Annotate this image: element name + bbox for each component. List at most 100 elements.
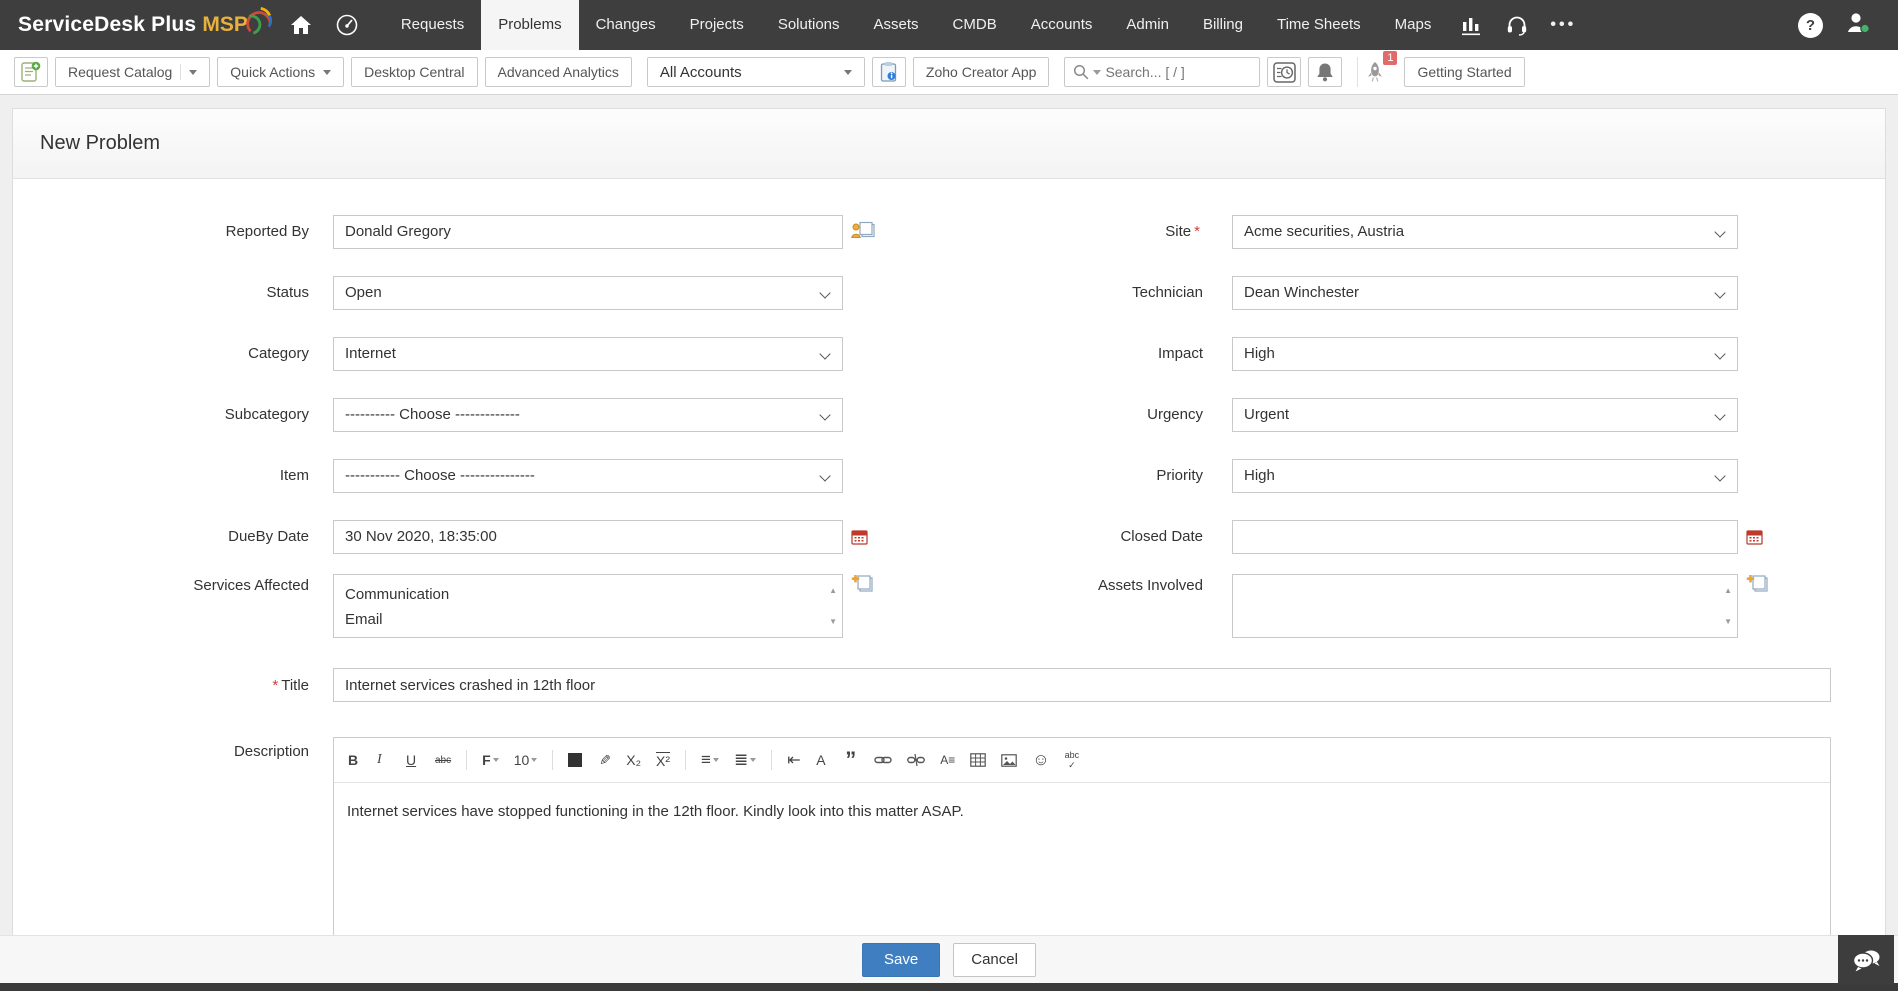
main-menu: Requests Problems Changes Projects Solut… (384, 0, 1448, 50)
search-icon[interactable] (1073, 64, 1089, 80)
whats-new-button[interactable]: 1 (1357, 51, 1398, 87)
list-item[interactable]: Email (345, 607, 816, 632)
item-label: Item (279, 467, 309, 484)
chat-widget-button[interactable] (1838, 935, 1894, 985)
priority-select[interactable]: High (1232, 458, 1738, 493)
quick-actions-button[interactable]: Quick Actions (217, 57, 345, 87)
tab-maps[interactable]: Maps (1378, 0, 1449, 50)
search-input[interactable] (1105, 64, 1252, 80)
indent-icon[interactable]: ⇤ (787, 750, 801, 770)
status-value: Open (345, 284, 382, 301)
calendar-icon[interactable] (1746, 528, 1763, 550)
emoji-icon[interactable]: ☺ (1032, 750, 1049, 770)
subscript-icon[interactable]: X₂ (626, 752, 641, 768)
tab-problems[interactable]: Problems (481, 0, 579, 50)
home-icon[interactable] (278, 0, 324, 50)
dashboard-icon[interactable] (324, 0, 370, 50)
font-size-icon[interactable]: 10 (514, 752, 538, 768)
spellcheck-icon[interactable]: abc ✓ (1065, 751, 1080, 770)
list-icon[interactable]: ≣ (734, 750, 757, 770)
highlight-pen-icon[interactable]: ✎ (597, 752, 612, 769)
remove-format-icon[interactable]: A (816, 752, 830, 768)
getting-started-button[interactable]: Getting Started (1404, 57, 1525, 87)
list-item[interactable]: Communication (345, 582, 816, 607)
technician-row: Technician Dean Winchester (882, 262, 1885, 323)
advanced-analytics-button[interactable]: Advanced Analytics (484, 57, 632, 87)
new-problem-panel: New Problem Reported By Status (12, 108, 1886, 984)
insert-link-icon[interactable] (874, 753, 892, 767)
account-details-button[interactable] (871, 57, 906, 87)
site-select[interactable]: Acme securities, Austria (1232, 214, 1738, 249)
help-icon[interactable]: ? (1798, 12, 1823, 38)
site-label: Site * (1165, 223, 1200, 240)
item-select[interactable]: ----------- Choose --------------- (333, 458, 843, 493)
urgency-select[interactable]: Urgent (1232, 397, 1738, 432)
assets-involved-row: Assets Involved ▲ ▼ (882, 567, 1885, 659)
add-assets-icon[interactable] (1746, 574, 1769, 598)
italic-icon[interactable]: I (377, 752, 391, 768)
font-color-icon[interactable] (568, 753, 583, 767)
category-select[interactable]: Internet (333, 336, 843, 371)
tab-requests[interactable]: Requests (384, 0, 481, 50)
blockquote-icon[interactable]: ” (845, 749, 859, 771)
tab-accounts[interactable]: Accounts (1014, 0, 1110, 50)
superscript-icon[interactable]: X² (656, 751, 671, 769)
insert-image-icon[interactable] (1001, 753, 1018, 767)
description-input[interactable]: Internet services have stopped functioni… (334, 783, 1830, 935)
app-logo[interactable]: ServiceDesk Plus MSP (0, 0, 278, 50)
tab-cmdb[interactable]: CMDB (936, 0, 1014, 50)
underline-icon[interactable]: U (406, 752, 420, 768)
zoho-creator-app-button[interactable]: Zoho Creator App (912, 57, 1050, 87)
technician-select[interactable]: Dean Winchester (1232, 275, 1738, 310)
scheduled-tasks-button[interactable] (1267, 57, 1302, 87)
save-button[interactable]: Save (862, 942, 941, 977)
new-request-button[interactable] (14, 57, 48, 87)
select-user-icon[interactable] (851, 221, 876, 246)
cancel-button[interactable]: Cancel (953, 942, 1036, 977)
status-select[interactable]: Open (333, 275, 843, 310)
tab-admin[interactable]: Admin (1109, 0, 1186, 50)
font-family-icon[interactable]: F (482, 752, 499, 768)
scroll-down-icon[interactable]: ▼ (1724, 609, 1732, 634)
reports-chart-icon[interactable] (1448, 0, 1494, 50)
search-scope-caret-icon[interactable] (1093, 69, 1102, 79)
toolbar-separator (771, 750, 773, 770)
desktop-central-button[interactable]: Desktop Central (351, 57, 478, 87)
more-menu-icon[interactable]: ••• (1540, 0, 1586, 50)
align-icon[interactable]: ≡ (701, 750, 719, 770)
account-filter-select[interactable]: All Accounts (646, 57, 865, 87)
tab-assets[interactable]: Assets (857, 0, 936, 50)
subcategory-select[interactable]: ---------- Choose ------------- (333, 397, 843, 432)
request-catalog-button[interactable]: Request Catalog (55, 57, 211, 87)
scroll-down-icon[interactable]: ▼ (829, 609, 837, 634)
strikethrough-icon[interactable]: abc (435, 755, 451, 766)
calendar-icon[interactable] (851, 528, 868, 550)
chevron-down-icon (819, 347, 831, 360)
secondary-toolbar: Request Catalog Quick Actions Desktop Ce… (0, 50, 1898, 95)
dueby-date-input[interactable] (333, 519, 843, 554)
impact-select[interactable]: High (1232, 336, 1738, 371)
reported-by-input[interactable] (333, 214, 843, 249)
live-chat-headset-icon[interactable] (1494, 0, 1540, 50)
tab-time-sheets[interactable]: Time Sheets (1260, 0, 1378, 50)
user-profile-icon[interactable] (1845, 10, 1872, 40)
description-row: Description B I U abc F 10 ✎ X₂ X² ≡ ≣ ⇤… (13, 719, 1885, 936)
line-spacing-icon[interactable]: A≡ (940, 753, 955, 767)
add-services-icon[interactable] (851, 574, 874, 598)
title-input[interactable] (333, 668, 1831, 702)
scroll-up-icon[interactable]: ▲ (1724, 578, 1732, 603)
tab-solutions[interactable]: Solutions (761, 0, 857, 50)
quick-actions-label: Quick Actions (230, 64, 316, 80)
assets-involved-listbox[interactable]: ▲ ▼ (1232, 574, 1738, 638)
remove-link-icon[interactable] (907, 753, 926, 767)
closed-date-input[interactable] (1232, 519, 1738, 554)
tab-changes[interactable]: Changes (579, 0, 673, 50)
bold-icon[interactable]: B (348, 752, 362, 768)
tab-billing[interactable]: Billing (1186, 0, 1260, 50)
item-row: Item ----------- Choose --------------- (13, 445, 882, 506)
services-affected-listbox[interactable]: Communication Email ▲ ▼ (333, 574, 843, 638)
notifications-button[interactable] (1308, 57, 1343, 87)
scroll-up-icon[interactable]: ▲ (829, 578, 837, 603)
insert-table-icon[interactable] (970, 753, 987, 767)
tab-projects[interactable]: Projects (673, 0, 761, 50)
